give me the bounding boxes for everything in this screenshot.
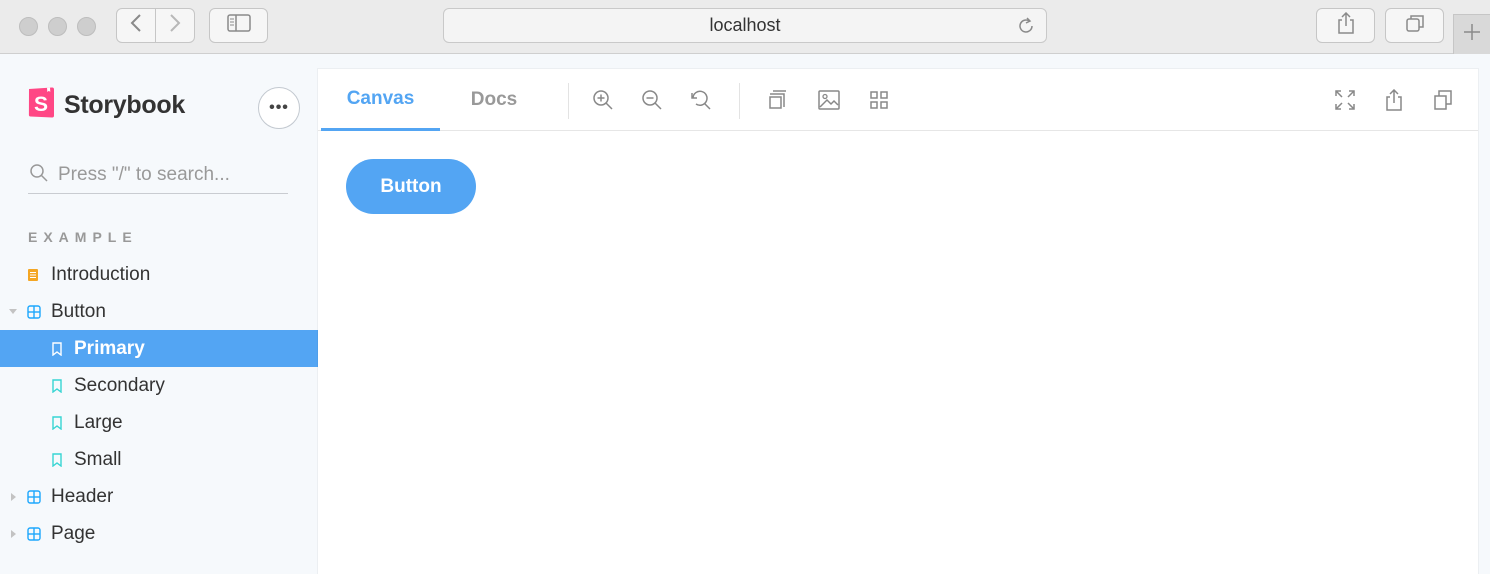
toolbar-divider (568, 83, 569, 119)
sidebar: S Storybook ••• EXAMPLE Introduction But… (0, 55, 318, 574)
search-box (28, 157, 288, 194)
tab-docs[interactable]: Docs (440, 69, 548, 131)
bookmark-icon (51, 415, 63, 430)
component-icon (27, 304, 41, 319)
brand-name: Storybook (64, 90, 185, 119)
story-tree: Introduction Button Primary Secondary La… (0, 256, 318, 552)
sidebar-item-header[interactable]: Header (0, 478, 318, 515)
address-text: localhost (709, 15, 781, 35)
background-icon[interactable] (817, 88, 841, 112)
browser-toolbar: localhost (0, 0, 1490, 54)
sidebar-item-label: Page (51, 522, 96, 544)
forward-button[interactable] (155, 9, 194, 42)
sidebar-item-label: Button (51, 300, 106, 322)
outline-icon[interactable] (765, 88, 789, 112)
sidebar-item-label: Large (74, 411, 123, 433)
component-icon (27, 526, 41, 541)
document-icon (27, 268, 39, 282)
search-icon (29, 163, 49, 188)
plus-icon (1463, 23, 1481, 46)
sidebar-item-label: Small (74, 448, 122, 470)
caret-right-icon (11, 492, 16, 501)
sidebar-item-primary[interactable]: Primary (0, 330, 318, 367)
copy-icon[interactable] (1431, 88, 1455, 112)
history-nav (116, 8, 195, 43)
sidebar-toggle-button[interactable] (209, 8, 268, 43)
reload-icon[interactable] (1016, 16, 1036, 41)
grid-icon[interactable] (867, 88, 891, 112)
sidebar-item-large[interactable]: Large (0, 404, 318, 441)
search-input[interactable] (58, 164, 278, 186)
section-heading-example: EXAMPLE (28, 229, 138, 245)
sidebar-item-page[interactable]: Page (0, 515, 318, 552)
new-tab-button[interactable] (1453, 14, 1490, 54)
sidebar-item-secondary[interactable]: Secondary (0, 367, 318, 404)
share-button[interactable] (1316, 8, 1375, 43)
ellipsis-icon: ••• (269, 99, 289, 116)
share-icon (1336, 11, 1356, 39)
preview-panel: Canvas Docs Button (318, 69, 1478, 574)
primary-story-button[interactable]: Button (346, 159, 476, 214)
tabs-overview-button[interactable] (1385, 8, 1444, 43)
storybook-logo[interactable]: S Storybook (28, 86, 185, 124)
fullscreen-icon[interactable] (1333, 88, 1357, 112)
close-window-button[interactable] (19, 17, 38, 36)
zoom-in-icon[interactable] (591, 88, 615, 112)
sidebar-icon (226, 14, 251, 37)
caret-down-icon (9, 309, 17, 314)
minimize-window-button[interactable] (48, 17, 67, 36)
storybook-icon: S (28, 86, 55, 124)
zoom-reset-icon[interactable] (689, 88, 713, 112)
sidebar-item-label: Introduction (51, 263, 151, 285)
back-icon (130, 13, 142, 38)
component-icon (27, 489, 41, 504)
sidebar-item-label: Primary (74, 337, 145, 359)
more-options-button[interactable]: ••• (258, 87, 300, 129)
forward-icon (169, 13, 181, 38)
toolbar-divider (739, 83, 740, 119)
zoom-out-icon[interactable] (640, 88, 664, 112)
share-icon[interactable] (1382, 88, 1406, 112)
svg-text:S: S (34, 93, 48, 116)
caret-right-icon (11, 529, 16, 538)
sidebar-item-label: Secondary (74, 374, 165, 396)
tabs-icon (1405, 13, 1425, 38)
bookmark-icon (51, 341, 63, 356)
sidebar-item-small[interactable]: Small (0, 441, 318, 478)
sidebar-item-label: Header (51, 485, 114, 507)
sidebar-item-introduction[interactable]: Introduction (0, 256, 318, 293)
preview-toolbar: Canvas Docs (318, 69, 1478, 131)
zoom-window-button[interactable] (77, 17, 96, 36)
back-button[interactable] (117, 9, 155, 42)
address-bar[interactable]: localhost (443, 8, 1047, 43)
bookmark-icon (51, 452, 63, 467)
bookmark-icon (51, 378, 63, 393)
sidebar-item-button[interactable]: Button (0, 293, 318, 330)
tab-canvas[interactable]: Canvas (321, 69, 440, 131)
